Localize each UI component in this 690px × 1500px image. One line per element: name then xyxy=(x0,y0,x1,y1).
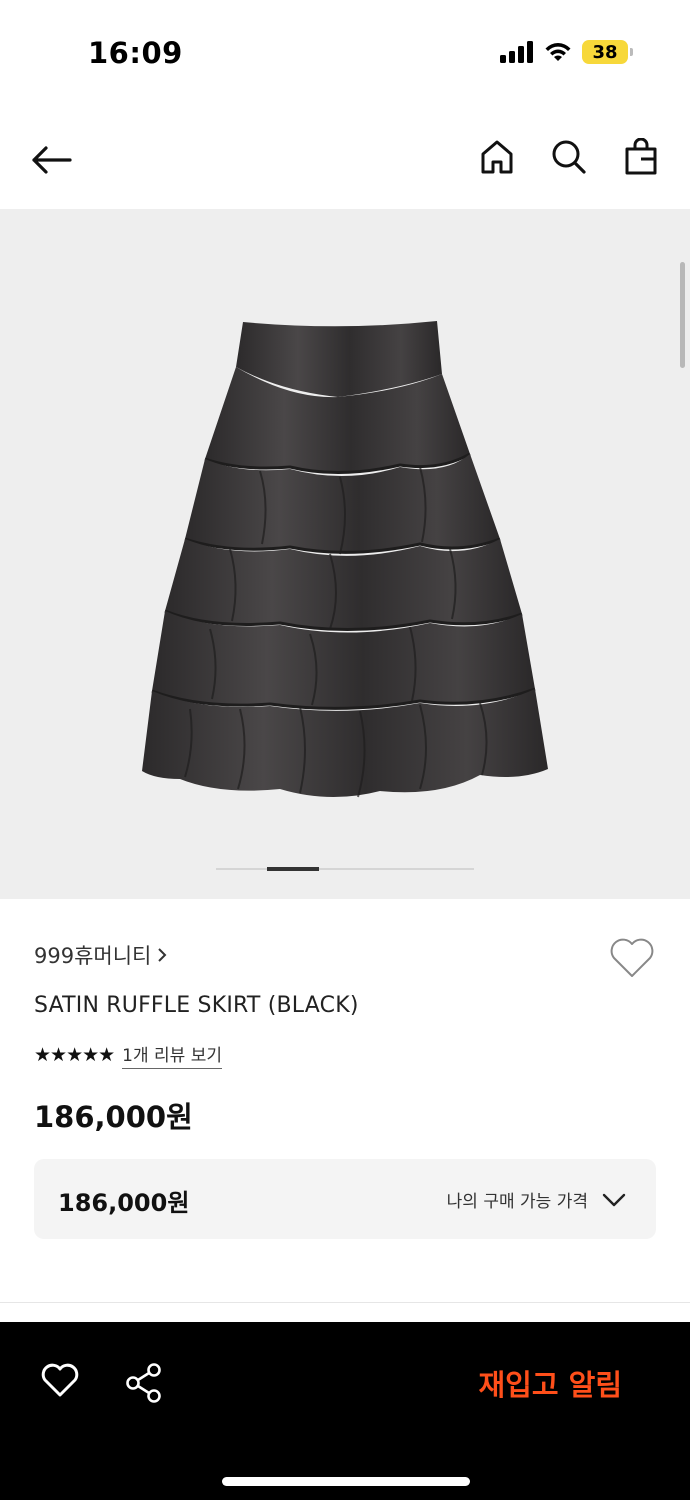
gallery-page-indicator-active xyxy=(267,867,319,871)
status-time: 16:09 xyxy=(88,36,183,70)
bottom-action-bar: 재입고 알림 xyxy=(0,1322,690,1500)
restock-alert-button[interactable]: 재입고 알림 xyxy=(479,1362,623,1404)
arrow-left-icon xyxy=(32,146,72,174)
home-button[interactable] xyxy=(478,136,516,178)
my-price-dropdown[interactable]: 186,000원 나의 구매 가능 가격 xyxy=(34,1159,656,1239)
share-icon xyxy=(126,1363,161,1403)
search-button[interactable] xyxy=(550,136,588,178)
scrollbar[interactable] xyxy=(680,262,685,368)
chevron-right-icon xyxy=(158,948,167,962)
brand-name: 999휴머니티 xyxy=(34,944,152,968)
shopping-bag-icon xyxy=(625,138,657,175)
star-rating: ★★★★★ xyxy=(34,1044,115,1066)
my-price-label-text: 나의 구매 가능 가격 xyxy=(446,1192,588,1212)
brand-link[interactable]: 999휴머니티 xyxy=(34,940,167,970)
top-nav xyxy=(0,120,690,200)
section-divider xyxy=(0,1302,690,1303)
search-icon xyxy=(552,140,586,174)
status-indicators: 38 xyxy=(500,40,633,64)
share-button[interactable] xyxy=(124,1362,164,1404)
home-indicator xyxy=(222,1477,470,1486)
status-bar: 16:09 38 xyxy=(0,0,690,110)
product-price: 186,000원 xyxy=(34,1100,193,1134)
product-image xyxy=(142,321,548,798)
battery-indicator: 38 xyxy=(582,40,633,64)
home-icon xyxy=(481,140,513,174)
product-image-gallery[interactable] xyxy=(0,209,690,899)
wishlist-button[interactable] xyxy=(608,936,656,980)
my-price-label: 나의 구매 가능 가격 xyxy=(447,1187,626,1212)
chevron-down-icon xyxy=(602,1193,626,1206)
review-link[interactable]: 1개 리뷰 보기 xyxy=(122,1041,222,1069)
my-price-value: 186,000원 xyxy=(58,1189,190,1217)
nav-actions xyxy=(478,136,660,178)
back-button[interactable] xyxy=(30,138,80,182)
heart-icon xyxy=(610,938,654,977)
gallery-page-indicator xyxy=(216,868,474,870)
wifi-icon xyxy=(545,43,571,61)
bottom-wishlist-button[interactable] xyxy=(40,1362,84,1402)
product-rating: ★★★★★ 1개 리뷰 보기 xyxy=(34,1041,222,1069)
signal-icon xyxy=(500,41,533,63)
product-title: SATIN RUFFLE SKIRT (BLACK) xyxy=(34,993,359,1018)
heart-icon xyxy=(41,1363,79,1397)
cart-button[interactable] xyxy=(622,136,660,178)
